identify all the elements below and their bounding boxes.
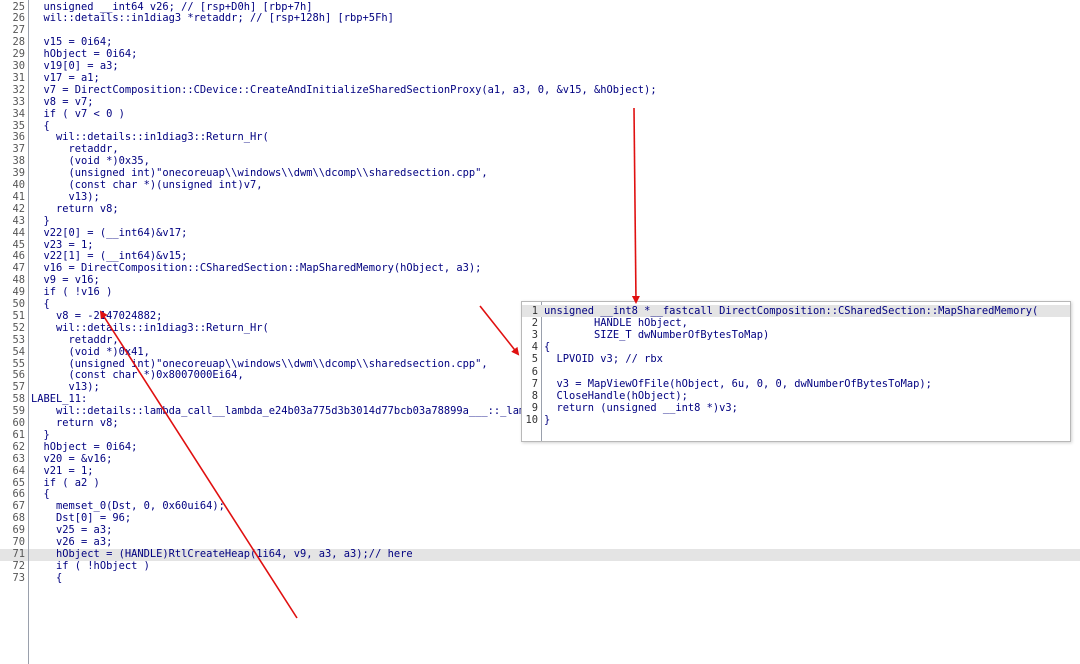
popup-code-line: 5 LPVOID v3; // rbx bbox=[522, 353, 1070, 365]
code-text: (void *)0x41, bbox=[31, 345, 150, 358]
popup-line-number: 2 bbox=[531, 316, 538, 329]
code-line[interactable]: 40 (const char *)(unsigned int)v7, bbox=[0, 179, 1080, 192]
code-line[interactable]: 62 hObject = 0i64; bbox=[0, 440, 1080, 454]
code-line[interactable]: 42 return v8; bbox=[0, 202, 1080, 216]
code-line[interactable]: 33 v8 = v7; bbox=[0, 95, 1080, 109]
popup-line-number: 7 bbox=[531, 377, 538, 390]
code-line[interactable]: 64 v21 = 1; bbox=[0, 464, 1080, 478]
line-number-gutter-divider bbox=[28, 0, 29, 664]
code-text: v22[0] = (__int64)&v17; bbox=[31, 226, 188, 239]
code-line[interactable]: 68 Dst[0] = 96; bbox=[0, 512, 1080, 525]
code-text: hObject = (HANDLE)RtlCreateHeap(1i64, v9… bbox=[31, 547, 413, 560]
code-line[interactable]: 32 v7 = DirectComposition::CDevice::Crea… bbox=[0, 83, 1080, 97]
code-line[interactable]: 26 wil::details::in1diag3 *retaddr; // [… bbox=[0, 12, 1080, 25]
code-text: retaddr, bbox=[31, 333, 119, 346]
code-line[interactable]: 72 if ( !hObject ) bbox=[0, 559, 1080, 573]
popup-code-line: 9 return (unsigned __int8 *)v3; bbox=[522, 402, 1070, 414]
code-text: v8 = v7; bbox=[31, 95, 94, 108]
popup-code-line: 8 CloseHandle(hObject); bbox=[522, 390, 1070, 402]
code-text: hObject = 0i64; bbox=[31, 440, 138, 453]
code-text: wil::details::in1diag3::Return_Hr( bbox=[31, 321, 269, 334]
popup-code-text: v3 = MapViewOfFile(hObject, 6u, 0, 0, dw… bbox=[544, 377, 932, 390]
code-line[interactable]: 41 v13); bbox=[0, 190, 1080, 204]
code-text: } bbox=[31, 428, 50, 441]
code-line[interactable]: 69 v25 = a3; bbox=[0, 524, 1080, 537]
code-text: { bbox=[31, 571, 63, 584]
popup-code-text: { bbox=[544, 341, 551, 354]
popup-code-line: 4{ bbox=[522, 341, 1070, 353]
popup-line-number: 9 bbox=[531, 402, 538, 415]
popup-line-number: 4 bbox=[531, 341, 538, 354]
code-text: } bbox=[31, 214, 50, 227]
code-line[interactable]: 28 v15 = 0i64; bbox=[0, 36, 1080, 49]
code-line[interactable]: 67 memset_0(Dst, 0, 0x60ui64); bbox=[0, 500, 1080, 513]
popup-code-line: 1 unsigned __int8 *__fastcall DirectCompo… bbox=[522, 304, 1070, 317]
line-number: 34 bbox=[12, 107, 25, 120]
line-number: 51 bbox=[12, 309, 25, 322]
line-number: 43 bbox=[12, 214, 25, 227]
code-text: if ( !hObject ) bbox=[31, 559, 150, 572]
code-line[interactable]: 36 wil::details::in1diag3::Return_Hr( bbox=[0, 131, 1080, 144]
code-line[interactable]: 44 v22[0] = (__int64)&v17; bbox=[0, 226, 1080, 240]
popup-code-line: 10} bbox=[522, 414, 1070, 426]
code-text: wil::details::in1diag3 *retaddr; // [rsp… bbox=[31, 12, 394, 25]
line-number: 53 bbox=[12, 333, 25, 346]
popup-code-text: LPVOID v3; // rbx bbox=[544, 353, 663, 366]
line-number: 71 bbox=[12, 547, 25, 560]
line-number: 42 bbox=[12, 202, 25, 215]
popup-line-number: 5 bbox=[531, 353, 538, 366]
line-number: 44 bbox=[12, 226, 25, 239]
popup-code-line: 6 bbox=[522, 366, 1070, 378]
popup-line-number: 3 bbox=[531, 328, 538, 341]
line-number: 61 bbox=[12, 428, 25, 441]
line-number: 72 bbox=[12, 559, 25, 572]
popup-code-text: } bbox=[544, 414, 551, 427]
popup-code-line: 2 HANDLE hObject, bbox=[522, 317, 1070, 329]
code-text: if ( v7 < 0 ) bbox=[31, 107, 125, 120]
code-line[interactable]: 63 v20 = &v16; bbox=[0, 452, 1080, 466]
popup-code-line: 3 SIZE_T dwNumberOfBytesToMap) bbox=[522, 329, 1070, 341]
line-number: 64 bbox=[12, 464, 25, 477]
function-preview-popup[interactable]: 1 unsigned __int8 *__fastcall DirectCompo… bbox=[521, 301, 1071, 442]
code-text: v20 = &v16; bbox=[31, 452, 113, 465]
popup-code-text: SIZE_T dwNumberOfBytesToMap) bbox=[544, 328, 770, 341]
code-line[interactable]: 65 if ( a2 ) bbox=[0, 477, 1080, 490]
code-line[interactable]: 48 v9 = v16; bbox=[0, 274, 1080, 287]
code-text: v17 = a1; bbox=[31, 71, 100, 84]
code-text: v7 = DirectComposition::CDevice::CreateA… bbox=[31, 83, 657, 96]
line-number: 31 bbox=[12, 71, 25, 84]
code-line[interactable]: 30 v19[0] = a3; bbox=[0, 60, 1080, 73]
popup-line-number: 10 bbox=[525, 414, 538, 427]
popup-code-text: return (unsigned __int8 *)v3; bbox=[544, 402, 738, 415]
line-number: 32 bbox=[12, 83, 25, 96]
code-line[interactable]: 47 v16 = DirectComposition::CSharedSecti… bbox=[0, 262, 1080, 275]
popup-code-text: CloseHandle(hObject); bbox=[544, 389, 688, 402]
popup-code-text: HANDLE hObject, bbox=[544, 316, 688, 329]
code-line[interactable]: 71 hObject = (HANDLE)RtlCreateHeap(1i64,… bbox=[0, 547, 1080, 561]
code-text: v8 = -2147024882; bbox=[31, 309, 163, 322]
popup-line-number: 1 bbox=[531, 304, 538, 317]
popup-line-number: 8 bbox=[531, 389, 538, 402]
line-number: 63 bbox=[12, 452, 25, 465]
line-number: 62 bbox=[12, 440, 25, 453]
code-line[interactable]: 27 bbox=[0, 24, 1080, 37]
line-number: 54 bbox=[12, 345, 25, 358]
code-line[interactable]: 34 if ( v7 < 0 ) bbox=[0, 107, 1080, 121]
line-number: 41 bbox=[12, 190, 25, 203]
code-line[interactable]: 49 if ( !v16 ) bbox=[0, 286, 1080, 299]
line-number: 73 bbox=[12, 571, 25, 584]
code-line[interactable]: 43 } bbox=[0, 214, 1080, 228]
code-line[interactable]: 37 retaddr, bbox=[0, 143, 1080, 156]
code-text: return v8; bbox=[31, 202, 119, 215]
code-line[interactable]: 31 v17 = a1; bbox=[0, 71, 1080, 85]
line-number: 52 bbox=[12, 321, 25, 334]
code-text: v13); bbox=[31, 190, 100, 203]
line-number: 33 bbox=[12, 95, 25, 108]
popup-code-text: unsigned __int8 *__fastcall DirectCompos… bbox=[544, 304, 1039, 317]
code-line[interactable]: 73 { bbox=[0, 571, 1080, 585]
popup-code-line: 7 v3 = MapViewOfFile(hObject, 6u, 0, 0, … bbox=[522, 378, 1070, 390]
code-text: v21 = 1; bbox=[31, 464, 94, 477]
code-line[interactable]: 29 hObject = 0i64; bbox=[0, 48, 1080, 61]
popup-line-number: 6 bbox=[531, 365, 538, 378]
